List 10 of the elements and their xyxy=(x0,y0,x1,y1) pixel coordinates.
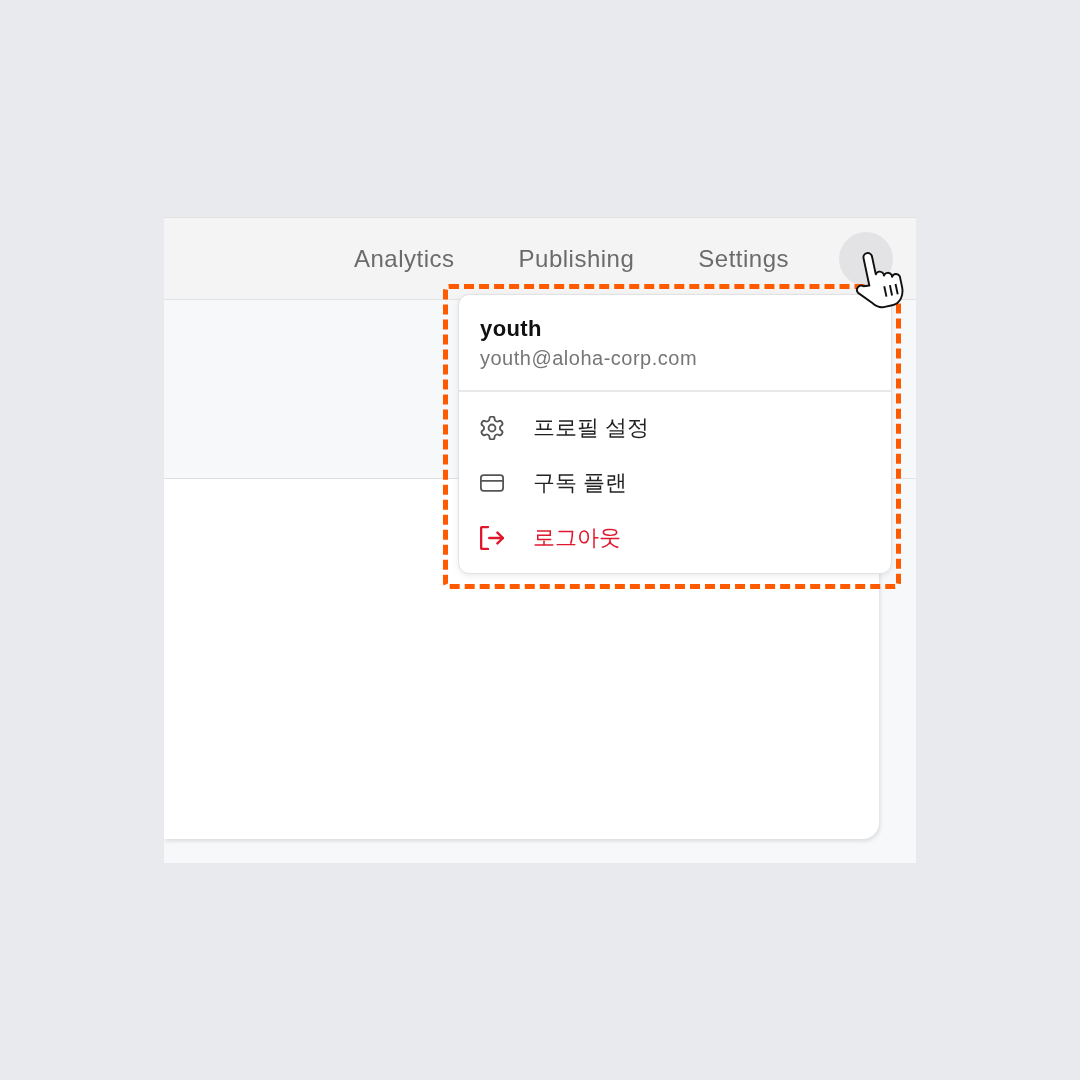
nav-link[interactable]: Settings xyxy=(698,244,789,273)
menu-item[interactable]: 구독 플랜 xyxy=(459,455,891,510)
nav-link[interactable]: Publishing xyxy=(518,244,635,273)
gear-icon xyxy=(480,415,504,440)
nav-link[interactable]: Analytics xyxy=(354,244,455,273)
menu-item[interactable]: 프로필 설정 xyxy=(459,400,891,455)
user-email: youth@aloha-corp.com xyxy=(480,346,699,371)
menu-item[interactable]: 로그아웃 xyxy=(459,510,891,565)
user-name: youth xyxy=(480,315,543,343)
logout-icon xyxy=(480,525,504,550)
